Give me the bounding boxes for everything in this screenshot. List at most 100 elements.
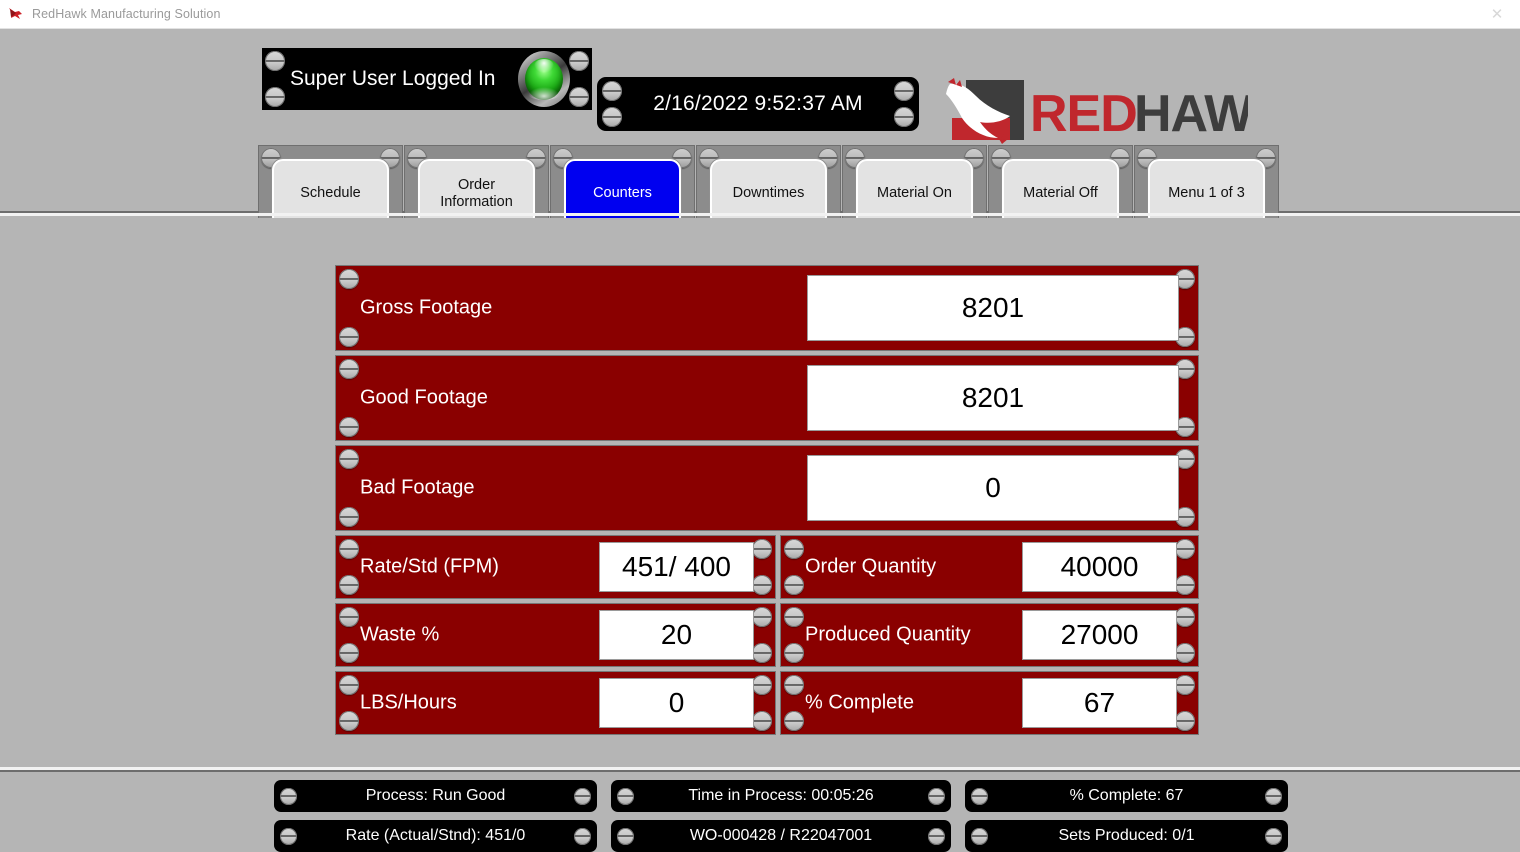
svg-text:RED: RED xyxy=(1030,85,1137,143)
title-bar: RedHawk Manufacturing Solution ✕ xyxy=(0,0,1520,29)
grip-handle-top-left xyxy=(784,675,804,695)
status-text-percent-complete: % Complete: 67 xyxy=(1036,787,1218,805)
counter-row-gross-footage: Gross Footage 8201 xyxy=(336,266,1198,350)
grip-handle-bottom-right xyxy=(1175,711,1195,731)
grip-handle-top-left xyxy=(602,81,622,101)
grip-handle-top-left xyxy=(339,539,359,559)
counter-row-lbs-hours: LBS/Hours 0 xyxy=(336,672,775,734)
counter-label-waste-percent: Waste % xyxy=(360,624,439,647)
close-icon[interactable]: ✕ xyxy=(1474,0,1520,28)
grip-handle-top-left xyxy=(784,539,804,559)
grip-handle-left xyxy=(971,828,988,845)
grip-handle-left xyxy=(971,788,988,805)
counter-value-percent-complete: 67 xyxy=(1022,678,1177,728)
grip-handle-top-left xyxy=(339,607,359,627)
user-status-label: Super User Logged In xyxy=(290,66,500,92)
counter-value-rate-std: 451/ 400 xyxy=(599,542,754,592)
grip-handle-bottom-right xyxy=(569,87,589,107)
redhawk-logo: RED HAWK xyxy=(938,76,1248,146)
status-cell-percent-complete: % Complete: 67 xyxy=(965,780,1288,812)
grip-handle-left xyxy=(617,828,634,845)
counter-value-gross-footage: 8201 xyxy=(807,275,1179,341)
datetime-label: 2/16/2022 9:52:37 AM xyxy=(653,92,863,116)
grip-handle-right xyxy=(1265,788,1282,805)
counter-row-bad-footage: Bad Footage 0 xyxy=(336,446,1198,530)
grip-handle-top-right xyxy=(1175,607,1195,627)
counter-label-rate-std: Rate/Std (FPM) xyxy=(360,556,499,579)
grip-handle-bottom-left xyxy=(339,507,359,527)
grip-handle-bottom-left xyxy=(784,643,804,663)
counter-value-good-footage: 8201 xyxy=(807,365,1179,431)
datetime-panel: 2/16/2022 9:52:37 AM xyxy=(597,77,919,131)
counter-pair-waste-produced: Waste % 20 Produced Quantity 27000 xyxy=(336,604,1198,666)
grip-handle-bottom-right xyxy=(1175,575,1195,595)
counter-label-order-quantity: Order Quantity xyxy=(805,556,936,579)
grip-handle-top-left xyxy=(339,675,359,695)
application-window: RedHawk Manufacturing Solution ✕ Super U… xyxy=(0,0,1520,852)
header-bar: Super User Logged In 2/16/2022 9:52:37 A… xyxy=(0,29,1520,213)
grip-handle-bottom-left xyxy=(339,417,359,437)
grip-handle-top-right xyxy=(752,675,772,695)
status-bar: Process: Run Good Time in Process: 00:05… xyxy=(0,770,1520,852)
grip-handle-top-left xyxy=(265,51,285,71)
grip-handle-top-right xyxy=(894,81,914,101)
counter-row-percent-complete: % Complete 67 xyxy=(781,672,1198,734)
grip-handle-top-right xyxy=(1175,675,1195,695)
grip-handle-left xyxy=(617,788,634,805)
status-text-rate: Rate (Actual/Stnd): 451/0 xyxy=(312,827,560,845)
status-cell-work-order: WO-000428 / R22047001 xyxy=(611,820,951,852)
counter-label-produced-quantity: Produced Quantity xyxy=(805,624,971,647)
redhawk-app-icon xyxy=(7,5,25,23)
grip-handle-left xyxy=(280,788,297,805)
grip-handle-right xyxy=(928,788,945,805)
grip-handle-right xyxy=(928,828,945,845)
counter-row-produced-quantity: Produced Quantity 27000 xyxy=(781,604,1198,666)
grip-handle-top-left xyxy=(339,359,359,379)
grip-handle-top-left xyxy=(784,607,804,627)
counter-value-order-quantity: 40000 xyxy=(1022,542,1177,592)
status-cell-process: Process: Run Good xyxy=(274,780,597,812)
counter-pair-rate-order: Rate/Std (FPM) 451/ 400 Order Quantity 4… xyxy=(336,536,1198,598)
counter-value-bad-footage: 0 xyxy=(807,455,1179,521)
grip-handle-top-left xyxy=(339,269,359,289)
grip-handle-top-right xyxy=(569,51,589,71)
counter-label-percent-complete: % Complete xyxy=(805,692,914,715)
grip-handle-right xyxy=(1265,828,1282,845)
app-title: RedHawk Manufacturing Solution xyxy=(32,7,221,21)
counter-label-good-footage: Good Footage xyxy=(360,387,488,410)
status-text-process: Process: Run Good xyxy=(332,787,540,805)
counter-value-produced-quantity: 27000 xyxy=(1022,610,1177,660)
counters-panel: Gross Footage 8201 Good Footage 8201 Bad… xyxy=(336,266,1198,740)
grip-handle-bottom-left xyxy=(339,575,359,595)
main-content: Gross Footage 8201 Good Footage 8201 Bad… xyxy=(0,218,1520,768)
grip-handle-bottom-left xyxy=(784,575,804,595)
grip-handle-bottom-left xyxy=(339,711,359,731)
svg-text:HAWK: HAWK xyxy=(1134,85,1248,143)
grip-handle-bottom-right xyxy=(1175,643,1195,663)
counter-label-lbs-hours: LBS/Hours xyxy=(360,692,457,715)
grip-handle-bottom-left xyxy=(265,87,285,107)
grip-handle-top-left xyxy=(339,449,359,469)
grip-handle-right xyxy=(574,828,591,845)
status-cell-rate: Rate (Actual/Stnd): 451/0 xyxy=(274,820,597,852)
grip-handle-bottom-left xyxy=(339,643,359,663)
counter-row-waste-percent: Waste % 20 xyxy=(336,604,775,666)
green-indicator-light xyxy=(518,51,570,107)
grip-handle-top-right xyxy=(752,539,772,559)
grip-handle-top-right xyxy=(752,607,772,627)
grip-handle-right xyxy=(574,788,591,805)
counter-label-bad-footage: Bad Footage xyxy=(360,477,475,500)
status-text-time-in-process: Time in Process: 00:05:26 xyxy=(654,787,907,805)
user-status-panel: Super User Logged In xyxy=(262,48,592,110)
grip-handle-bottom-right xyxy=(752,575,772,595)
grip-handle-bottom-right xyxy=(752,711,772,731)
status-bar-grid: Process: Run Good Time in Process: 00:05… xyxy=(274,780,1288,852)
status-cell-sets-produced: Sets Produced: 0/1 xyxy=(965,820,1288,852)
counter-pair-lbs-complete: LBS/Hours 0 % Complete 67 xyxy=(336,672,1198,734)
status-text-sets-produced: Sets Produced: 0/1 xyxy=(1024,827,1228,845)
grip-handle-bottom-right xyxy=(752,643,772,663)
counter-value-waste-percent: 20 xyxy=(599,610,754,660)
grip-handle-bottom-left xyxy=(602,107,622,127)
counter-row-rate-std: Rate/Std (FPM) 451/ 400 xyxy=(336,536,775,598)
counter-label-gross-footage: Gross Footage xyxy=(360,297,492,320)
